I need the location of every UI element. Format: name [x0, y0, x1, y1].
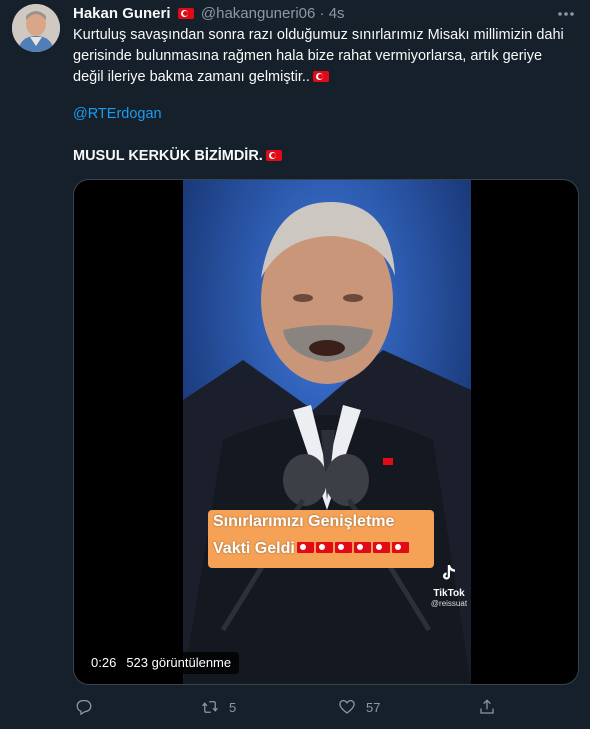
turkey-flag-icon [353, 542, 371, 553]
reply-icon [76, 699, 92, 716]
caption-line-2: Vakti Geldi [213, 540, 409, 558]
action-bar: 5 57 [73, 696, 513, 718]
view-count: 523 görüntülenme [126, 655, 232, 670]
video-duration: 0:26 [91, 655, 117, 670]
tiktok-icon [443, 565, 455, 580]
turkey-flag-icon [312, 71, 329, 82]
tagline-text: MUSUL KERKÜK BİZİMDİR. [73, 148, 263, 164]
tweet-header: Hakan Guneri @hakanguneri06 · 4s [73, 4, 345, 24]
heart-icon [339, 699, 355, 714]
turkey-flag-icon [334, 542, 352, 553]
tweet-text: Kurtuluş savaşından sonra razı olduğumuz… [73, 25, 573, 88]
turkey-flag-icon [177, 8, 194, 19]
video-player[interactable]: Sınırlarımızı Genişletme Vakti Geldi Tik… [73, 179, 579, 685]
timestamp[interactable]: 4s [329, 5, 345, 22]
turkey-flag-icon [315, 542, 333, 553]
mention-link[interactable]: @RTErdogan [73, 106, 162, 122]
tiktok-watermark: TikTok @reissuat [429, 564, 469, 608]
turkey-flag-icon [391, 542, 409, 553]
turkey-flag-icon [265, 150, 282, 161]
tweet-tagline: MUSUL KERKÜK BİZİMDİR. [73, 148, 285, 164]
like-count: 57 [366, 699, 381, 715]
tiktok-username: @reissuat [430, 599, 468, 608]
retweet-button[interactable]: 5 [201, 696, 236, 718]
avatar[interactable] [12, 4, 60, 52]
caption-line-2-text: Vakti Geldi [213, 540, 295, 557]
display-name[interactable]: Hakan Guneri [73, 5, 171, 22]
reply-button[interactable] [75, 696, 103, 718]
caption-line-1: Sınırlarımızı Genişletme [213, 513, 395, 530]
separator: · [319, 5, 325, 22]
turkey-flag-icon [296, 542, 314, 553]
video-info-badge: 0:26 523 görüntülenme [83, 652, 240, 674]
retweet-icon [202, 701, 218, 713]
retweet-count: 5 [229, 699, 237, 715]
video-frame[interactable]: Sınırlarımızı Genişletme Vakti Geldi Tik… [183, 180, 471, 684]
handle[interactable]: @hakanguneri06 [201, 5, 315, 22]
share-icon [480, 699, 494, 714]
like-button[interactable]: 57 [338, 696, 380, 718]
more-options-icon[interactable] [556, 8, 576, 20]
tiktok-label: TikTok [433, 588, 465, 599]
turkey-flag-icon [372, 542, 390, 553]
video-thumbnail [183, 180, 471, 684]
tweet[interactable]: Hakan Guneri @hakanguneri06 · 4s Kurtulu… [0, 0, 590, 729]
share-button[interactable] [478, 696, 506, 718]
avatar-image [12, 4, 60, 52]
